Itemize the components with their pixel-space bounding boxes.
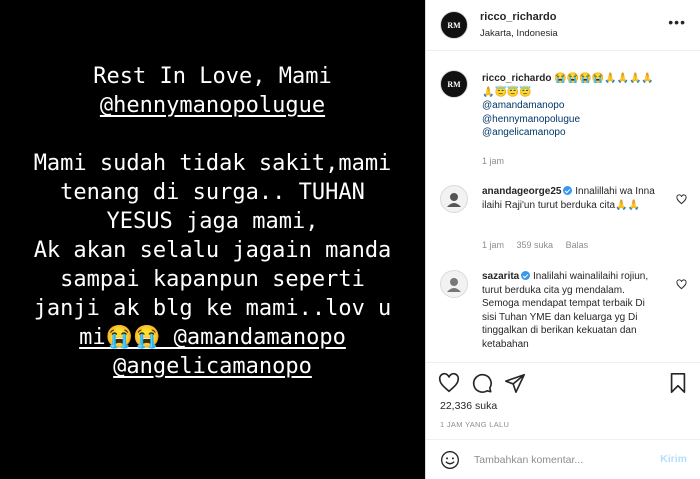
post-side-panel: RM ricco_richardo Jakarta, Indonesia •••… <box>425 0 700 479</box>
comment-username[interactable]: sazarita <box>482 271 519 282</box>
emoji-icon[interactable] <box>440 450 460 470</box>
heart-icon[interactable] <box>676 194 687 205</box>
post-image-text: Rest In Love, Mami @hennymanopolugue Mam… <box>0 62 425 381</box>
story-line: @hennymanopolugue <box>99 93 326 118</box>
verified-badge-icon <box>563 186 573 195</box>
post-image[interactable]: Rest In Love, Mami @hennymanopolugue Mam… <box>0 0 425 479</box>
caption-username[interactable]: ricco_richardo <box>482 73 551 84</box>
avatar[interactable] <box>440 270 468 298</box>
avatar[interactable]: RM <box>440 70 468 98</box>
avatar[interactable] <box>440 185 468 213</box>
heart-icon[interactable] <box>676 279 687 290</box>
comment-likes[interactable]: 359 suka <box>517 240 554 250</box>
post-actions <box>426 362 700 402</box>
heart-icon[interactable] <box>438 372 460 394</box>
header-location[interactable]: Jakarta, Indonesia <box>480 28 558 39</box>
comment-input[interactable] <box>474 450 644 470</box>
story-line: tenang di surga.. TUHAN <box>60 180 365 205</box>
story-line: Rest In Love, Mami <box>93 64 332 89</box>
avatar[interactable]: RM <box>440 11 468 39</box>
comment-username[interactable]: anandageorge25 <box>482 186 561 197</box>
story-line: YESUS jaga mami, <box>106 209 319 234</box>
caption-text: ricco_richardo 😭😭😭😭🙏🙏🙏🙏🙏😇😇😇 @amandamanop… <box>482 72 662 140</box>
story-line-gap <box>0 120 425 149</box>
story-line: mi😭😭 @amandamanopo <box>79 325 346 350</box>
story-line: @angelicamanopo <box>113 354 312 379</box>
comment-meta: 1 jam 359 suka Balas <box>482 240 598 250</box>
comment-body: Inalilahi wainalilaihi rojiun, turut ber… <box>482 271 649 350</box>
comments-list[interactable]: RM ricco_richardo 😭😭😭😭🙏🙏🙏🙏🙏😇😇😇 @amandama… <box>426 52 700 354</box>
comment-text: sazarita Inalilahi wainalilaihi rojiun, … <box>482 270 662 351</box>
comment-text: anandageorge25 Innalillahi wa Inna ilaih… <box>482 185 662 212</box>
verified-badge-icon <box>521 271 531 280</box>
likes-count[interactable]: 22,336 suka <box>440 400 497 412</box>
post-header: RM ricco_richardo Jakarta, Indonesia ••• <box>426 0 700 51</box>
story-line: janji ak blg ke mami..lov u <box>33 296 392 321</box>
mention-link[interactable]: @hennymanopolugue <box>482 113 662 127</box>
story-line: sampai kapanpun seperti <box>60 267 365 292</box>
comment-composer: Kirim <box>426 439 700 479</box>
reply-button[interactable]: Balas <box>566 240 589 250</box>
comment-icon[interactable] <box>471 372 493 394</box>
story-line: Mami sudah tidak sakit,mami <box>33 151 392 176</box>
mention-link[interactable]: @angelicamanopo <box>482 126 662 140</box>
ellipsis-icon[interactable]: ••• <box>668 14 686 30</box>
bookmark-icon[interactable] <box>667 372 689 394</box>
comment-time[interactable]: 1 jam <box>482 240 504 250</box>
post-comment-button[interactable]: Kirim <box>660 453 687 465</box>
caption-meta: 1 jam <box>482 156 514 166</box>
header-username[interactable]: ricco_richardo <box>480 11 556 23</box>
mention-link[interactable]: @amandamanopo <box>482 99 662 113</box>
caption-time[interactable]: 1 jam <box>482 156 504 166</box>
story-line: Ak akan selalu jagain manda <box>33 238 392 263</box>
share-icon[interactable] <box>504 372 526 394</box>
post-timestamp[interactable]: 1 JAM YANG LALU <box>440 420 509 429</box>
